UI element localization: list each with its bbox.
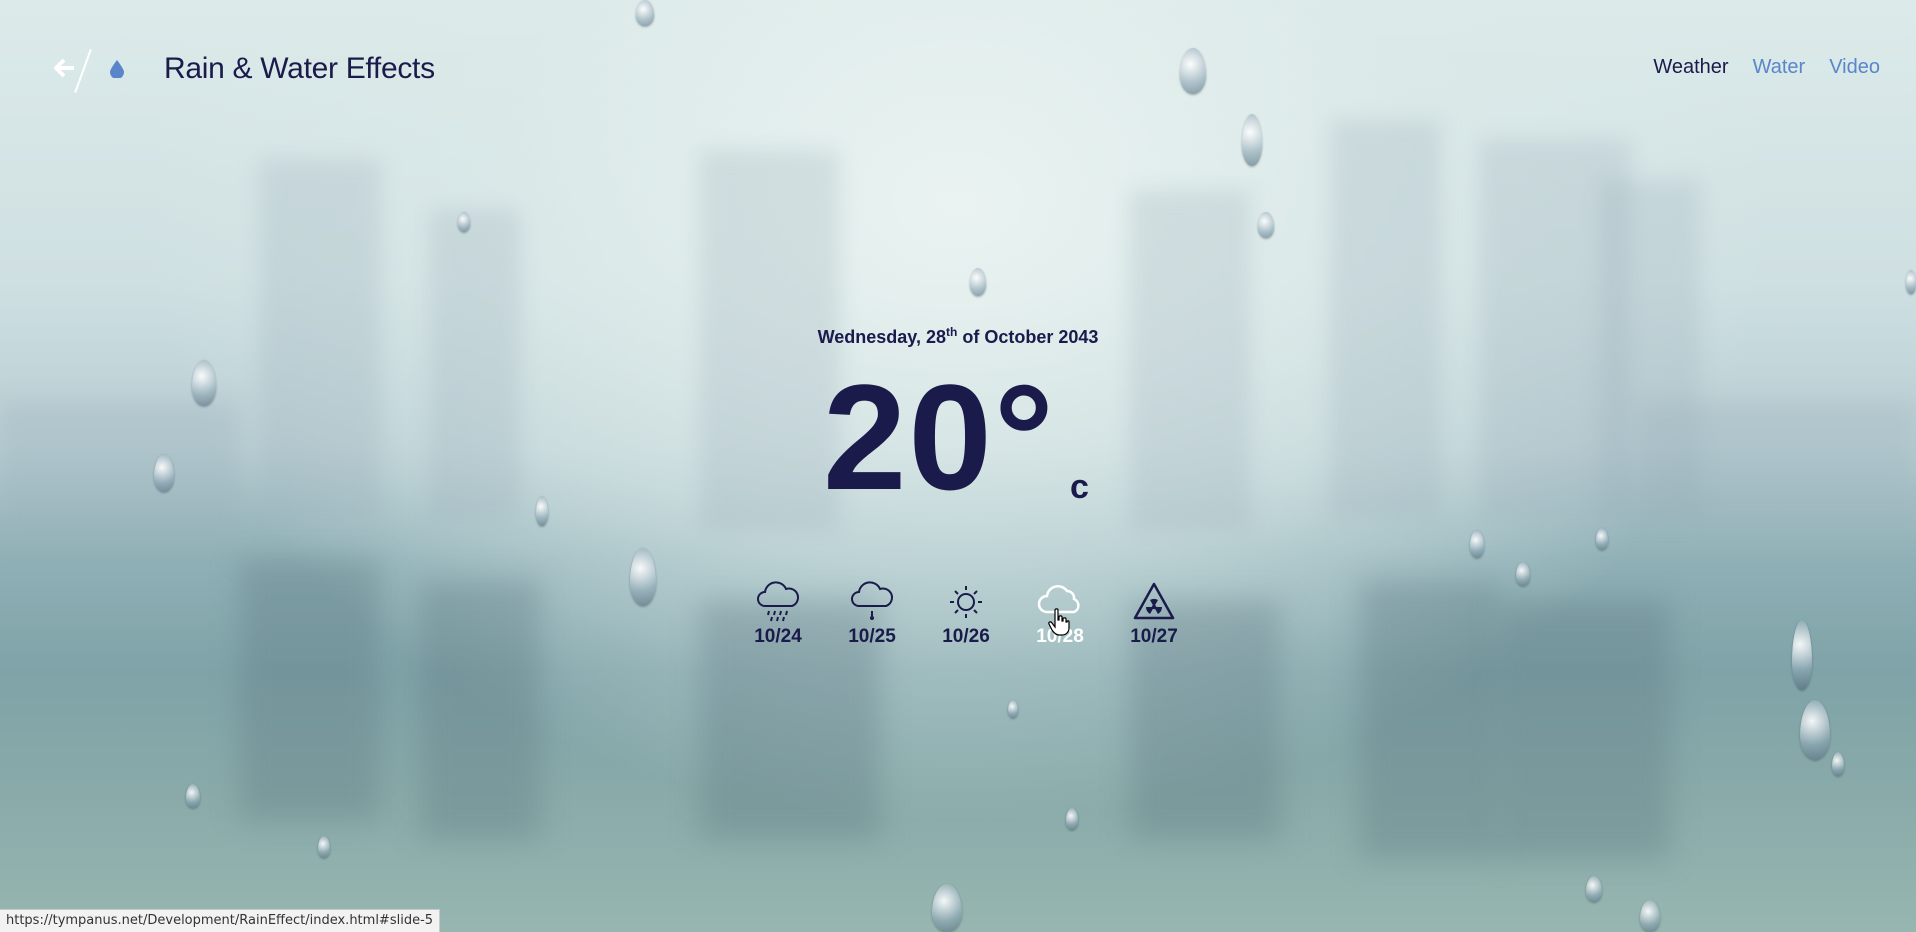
radiation-warning-icon — [1133, 582, 1175, 620]
cloud-rain-heavy-icon — [757, 581, 799, 622]
forecast-date: 10/26 — [942, 626, 990, 647]
forecast-day[interactable]: 10/27 — [1116, 580, 1192, 648]
forecast-day[interactable]: 10/26 — [928, 580, 1004, 648]
arrow-left-icon[interactable] — [54, 58, 76, 78]
temperature-unit: c — [1070, 468, 1089, 506]
forecast-day[interactable]: 10/25 — [834, 580, 910, 648]
cloud-rain-icon — [851, 581, 893, 620]
demo-nav: Weather Water Video — [1653, 56, 1880, 79]
nav-weather[interactable]: Weather — [1653, 56, 1728, 79]
nav-water[interactable]: Water — [1753, 56, 1806, 79]
divider — [74, 49, 92, 93]
water-drop-icon — [110, 60, 124, 78]
site-header: Rain & Water Effects Weather Water Video — [0, 0, 1916, 140]
hand-cursor-icon — [1048, 608, 1070, 636]
forecast-list: 10/24 10/25 10/26 10/28 10/27 — [740, 580, 1192, 648]
current-date: Wednesday, 28th of October 2043 — [817, 325, 1099, 347]
browser-status-url: https://tympanus.net/Development/RainEff… — [0, 909, 441, 932]
nav-video[interactable]: Video — [1829, 56, 1880, 79]
forecast-date: 10/25 — [848, 626, 896, 647]
forecast-day[interactable]: 10/24 — [740, 580, 816, 648]
forecast-date: 10/27 — [1130, 626, 1178, 647]
forecast-date: 10/24 — [754, 626, 802, 647]
sun-icon — [950, 586, 982, 618]
temperature-value: 20° — [823, 353, 1056, 521]
site-title: Rain & Water Effects — [164, 52, 435, 85]
